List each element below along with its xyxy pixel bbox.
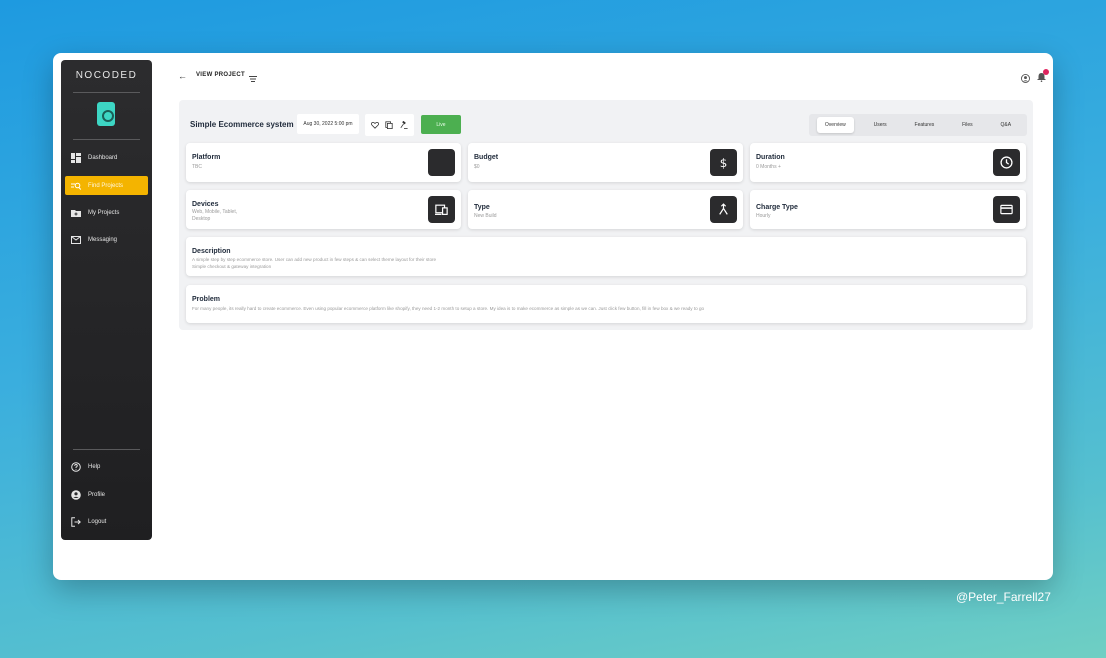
sidebar-divider [73, 92, 140, 93]
card-value: TBC [192, 164, 202, 170]
sidebar-divider [73, 449, 140, 450]
sidebar-item-label: Messaging [88, 236, 118, 243]
user-icon[interactable] [1021, 70, 1030, 88]
sidebar-item-logout[interactable]: Logout [65, 512, 148, 531]
project-title: Simple Ecommerce system [190, 120, 294, 129]
card-value: New Build [474, 213, 497, 219]
card-title: Duration [756, 154, 785, 161]
duration-card: Duration 0 Months + [750, 143, 1026, 182]
sidebar-item-profile[interactable]: Profile [65, 485, 148, 504]
project-actions [365, 114, 414, 136]
devices-card: Devices Web, Mobile, Tablet, Desktop [186, 190, 461, 229]
card-value: $0 [474, 164, 480, 170]
menu-icon[interactable] [249, 70, 257, 88]
devices-icon [428, 196, 455, 223]
card-value: 0 Months + [756, 164, 781, 170]
description-card: Description A simple step by step ecomme… [186, 237, 1026, 276]
profile-icon [71, 489, 81, 500]
tab-users[interactable]: Users [866, 117, 895, 133]
author-watermark: @Peter_Farrell27 [956, 590, 1051, 604]
type-card: Type New Build [468, 190, 743, 229]
notification-badge [1043, 69, 1049, 75]
dashboard-icon [71, 152, 81, 163]
svg-text:$: $ [720, 156, 728, 169]
card-title: Charge Type [756, 204, 798, 211]
charge-type-card: Charge Type Hourly [750, 190, 1026, 229]
tab-qa[interactable]: Q&A [993, 117, 1020, 133]
heart-icon[interactable] [371, 116, 380, 134]
sidebar-item-help[interactable]: Help [65, 457, 148, 476]
description-line: Simple checkout & gateway integration [192, 264, 272, 269]
sidebar-item-label: Help [88, 463, 101, 470]
folder-icon [71, 208, 81, 218]
project-panel: Simple Ecommerce system Aug 30, 2022 5:0… [179, 100, 1033, 330]
platform-icon [428, 149, 455, 176]
platform-card: Platform TBC [186, 143, 461, 182]
card-value: Web, Mobile, Tablet, Desktop [192, 209, 237, 223]
mail-icon [71, 235, 81, 245]
help-icon [71, 461, 81, 472]
dollar-icon: $ [710, 149, 737, 176]
sidebar-item-label: Dashboard [88, 154, 118, 161]
sidebar-item-dashboard[interactable]: Dashboard [65, 148, 148, 167]
sidebar-item-label: Logout [88, 518, 107, 525]
card-value-line: Desktop [192, 216, 211, 222]
tab-files[interactable]: Files [954, 117, 981, 133]
sidebar-divider [73, 139, 140, 140]
tab-features[interactable]: Features [907, 117, 943, 133]
app-window: NOCODED Dashboard Find Projects My Proje… [53, 53, 1053, 580]
card-title: Budget [474, 154, 499, 161]
sidebar-item-label: Profile [88, 491, 106, 498]
sidebar-item-my-projects[interactable]: My Projects [65, 203, 148, 222]
sidebar-item-find-projects[interactable]: Find Projects [65, 176, 148, 195]
description-line: A simple step by step ecommerce store. U… [192, 257, 437, 262]
merge-icon [710, 196, 737, 223]
card-title: Type [474, 204, 490, 211]
sidebar-item-label: Find Projects [88, 182, 124, 189]
brand-mark-icon [97, 102, 115, 126]
card-title: Platform [192, 154, 221, 161]
problem-card: Problem For many people, its really hard… [186, 285, 1026, 323]
live-status-button[interactable]: Live [421, 115, 461, 134]
clock-icon [993, 149, 1020, 176]
card-value: Hourly [756, 213, 771, 219]
credit-card-icon [993, 196, 1020, 223]
back-arrow-icon[interactable]: ← [178, 71, 187, 81]
copy-icon[interactable] [385, 116, 394, 134]
project-date: Aug 30, 2022 5:00 pm [297, 114, 359, 134]
card-value-line: Web, Mobile, Tablet, [192, 209, 238, 215]
description-title: Description [192, 248, 231, 255]
budget-card: Budget $0 $ [468, 143, 743, 182]
sidebar: NOCODED Dashboard Find Projects My Proje… [61, 60, 152, 540]
sidebar-item-label: My Projects [88, 209, 120, 216]
brand-logo: NOCODED [75, 70, 138, 81]
sidebar-item-messaging[interactable]: Messaging [65, 230, 148, 249]
project-tabs: Overview Users Features Files Q&A [809, 114, 1027, 136]
card-title: Devices [192, 201, 219, 208]
find-projects-icon [71, 181, 81, 191]
problem-text: For many people, its really hard to crea… [192, 306, 705, 311]
gavel-icon[interactable] [400, 116, 408, 134]
logout-icon [71, 516, 81, 527]
tab-overview[interactable]: Overview [816, 117, 854, 133]
page-title: VIEW PROJECT [196, 72, 245, 78]
problem-title: Problem [192, 296, 221, 303]
description-text: A simple step by step ecommerce store. U… [192, 256, 436, 270]
